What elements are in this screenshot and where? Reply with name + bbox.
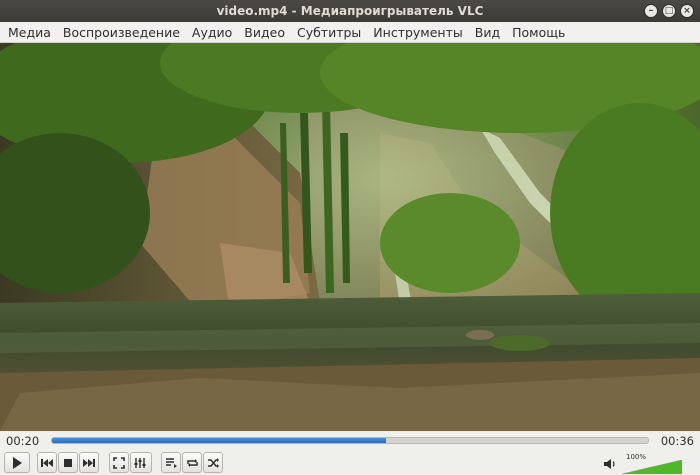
menu-audio[interactable]: Аудио [186,22,238,43]
maximize-button[interactable]: □ [662,4,676,18]
loop-icon [186,458,198,467]
play-button[interactable] [4,452,30,473]
playlist-button[interactable] [161,452,181,473]
fullscreen-icon [113,456,125,469]
previous-icon [41,458,53,467]
menu-media[interactable]: Медиа [2,22,57,43]
close-button[interactable]: × [680,4,694,18]
next-icon [83,458,95,467]
seek-row: 00:20 00:36 [0,431,700,451]
menu-bar: Медиа Воспроизведение Аудио Видео Субтит… [0,22,700,43]
seek-progress-fill [52,438,386,443]
stop-icon [64,458,72,467]
fullscreen-button[interactable] [109,452,129,473]
video-scene-image [0,43,700,431]
extended-settings-button[interactable] [130,452,152,473]
play-icon [13,456,22,469]
next-button[interactable] [79,452,99,473]
extended-settings-icon [134,457,146,468]
playlist-icon [165,457,177,468]
shuffle-icon [207,457,219,468]
window-controls: – □ × [644,4,694,18]
minimize-button[interactable]: – [644,4,658,18]
control-bar: 100% [0,451,700,475]
title-bar[interactable]: video.mp4 - Медиапроигрыватель VLC – □ × [0,0,700,22]
window-title: video.mp4 - Медиапроигрыватель VLC [216,4,484,18]
elapsed-time: 00:20 [6,434,40,448]
shuffle-button[interactable] [203,452,223,473]
speaker-icon[interactable] [603,458,617,470]
menu-view[interactable]: Вид [469,22,506,43]
menu-subtitles[interactable]: Субтитры [291,22,367,43]
menu-help[interactable]: Помощь [506,22,571,43]
volume-slider[interactable] [622,460,682,474]
previous-button[interactable] [37,452,57,473]
total-time: 00:36 [660,434,694,448]
menu-tools[interactable]: Инструменты [367,22,468,43]
menu-video[interactable]: Видео [238,22,291,43]
stop-button[interactable] [58,452,78,473]
video-frame[interactable] [0,43,700,431]
vlc-window: video.mp4 - Медиапроигрыватель VLC – □ ×… [0,0,700,475]
loop-button[interactable] [182,452,202,473]
seek-slider[interactable] [51,437,649,444]
menu-playback[interactable]: Воспроизведение [57,22,186,43]
